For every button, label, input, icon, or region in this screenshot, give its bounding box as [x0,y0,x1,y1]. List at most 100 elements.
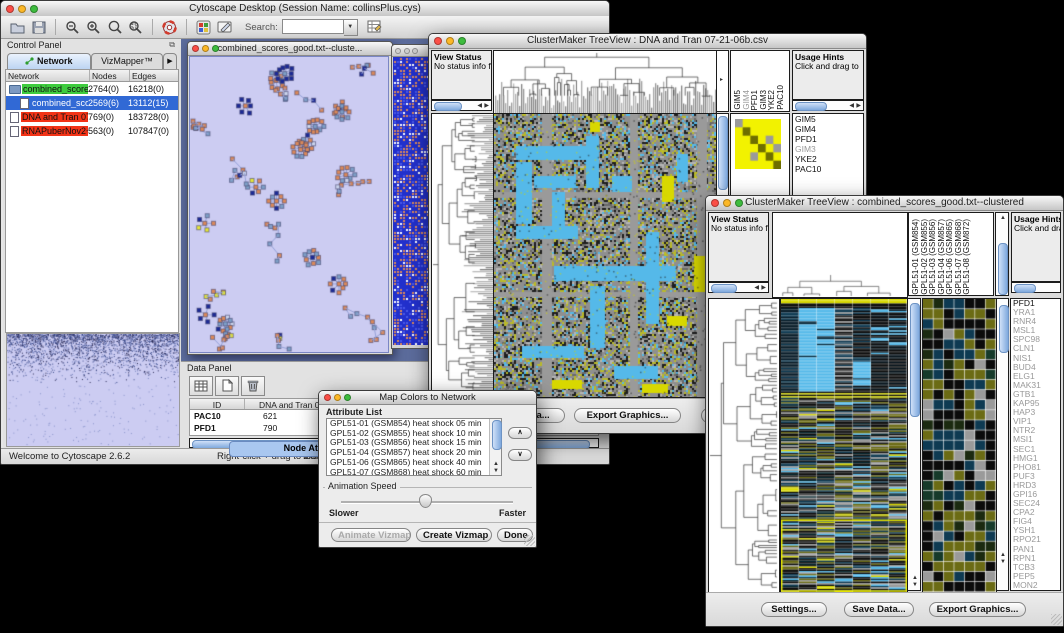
scrollbar-thumb[interactable] [998,243,1008,295]
minimize-icon[interactable] [723,199,731,207]
float-panel-icon[interactable]: ⧉ [169,40,175,50]
zoom-out-icon[interactable] [64,19,81,36]
tab-network[interactable]: Network [7,53,91,69]
network-canvas[interactable] [189,56,389,353]
map-colors-dialog[interactable]: Map Colors to Network Attribute List GPL… [318,390,537,548]
scrollbar-thumb[interactable] [910,303,920,417]
tab-vizmapper[interactable]: VizMapper™ [91,53,163,69]
tv2-heatmap[interactable] [780,298,908,593]
scroll-up-icon[interactable]: ▲ [1000,215,1006,221]
search-combobox[interactable]: ▼ [282,19,358,36]
tv2-heat-vscrollbar[interactable]: ▲ ▼ [907,298,921,591]
minimize-icon[interactable] [404,48,410,54]
birdseye-view[interactable] [6,333,180,447]
treeview2-window[interactable]: ClusterMaker TreeView : combined_scores_… [705,195,1064,627]
close-icon[interactable] [192,45,199,52]
scroll-up-icon[interactable]: ▲ [912,575,918,581]
tv2-row-dendrogram[interactable] [708,298,780,593]
tv2-gene-list[interactable]: PFD1YRA1RNR4MSL1SPC98CLN1NIS1BUD4ELG1MAK… [1010,298,1061,591]
attribute-list-scrollbar[interactable]: ▲ ▼ [489,419,501,475]
scroll-down-icon[interactable]: ▼ [493,468,499,474]
scrollbar-thumb[interactable] [434,102,462,111]
resize-grip[interactable] [524,535,535,546]
help-lifering-icon[interactable] [161,19,178,36]
attribute-list-item[interactable]: GPL51-07 (GSM868) heat shock 60 min [327,468,501,476]
scroll-left-icon[interactable]: ◀ [477,103,482,109]
zoom-window-icon[interactable] [458,37,466,45]
scroll-up-icon[interactable]: ▲ [493,461,499,467]
tv1-heatmap[interactable] [493,113,717,398]
tab-overflow-arrow-icon[interactable]: ▶ [163,53,177,69]
open-folder-icon[interactable] [9,19,26,36]
export-graphics-button[interactable]: Export Graphics... [929,602,1026,617]
network-view-window[interactable]: combined_scores_good.txt--cluste... [187,41,393,355]
close-icon[interactable] [434,37,442,45]
gene-list-item[interactable]: GIM3 [793,144,863,154]
search-dropdown-icon[interactable]: ▼ [344,19,358,36]
search-input[interactable] [282,19,344,34]
cytoscape-titlebar[interactable]: Cytoscape Desktop (Session Name: collins… [1,1,609,17]
close-icon[interactable] [324,394,331,401]
tv1-hints-hscrollbar[interactable]: ◀ ▶ [792,100,864,111]
annotation-icon[interactable] [216,19,233,36]
move-down-button[interactable]: ∨ [508,449,532,461]
zoom-window-icon[interactable] [735,199,743,207]
tv2-status-hscrollbar[interactable]: ◀ ▶ [708,282,769,293]
scroll-down-icon[interactable]: ▼ [912,582,918,588]
gene-list-item[interactable]: GIM4 [793,124,863,134]
tv2-column-dendrogram[interactable] [772,212,908,298]
network-table-row[interactable]: DNA and Tran 07769(0)183728(0) [6,110,178,124]
tv2-labels-vscrollbar[interactable]: ▲ [995,212,1009,296]
minimize-icon[interactable] [18,5,26,13]
tv2-hints-hscrollbar[interactable] [1011,282,1061,293]
settings-button[interactable]: Settings... [761,602,827,617]
animate-vizmap-button[interactable]: Animate Vizmap [331,528,411,542]
treeview2-titlebar[interactable]: ClusterMaker TreeView : combined_scores_… [706,196,1063,211]
treeview1-titlebar[interactable]: ClusterMaker TreeView : DNA and Tran 07-… [429,34,866,49]
zoom-in-icon[interactable] [85,19,102,36]
scroll-right-icon[interactable]: ▶ [484,103,489,109]
dialog-titlebar[interactable]: Map Colors to Network [319,391,536,405]
scrollbar-thumb[interactable] [492,420,502,450]
gene-list-item[interactable]: YKE2 [793,154,863,164]
export-graphics-button[interactable]: Export Graphics... [574,408,681,423]
zoom-window-icon[interactable] [344,394,351,401]
zoom-window-icon[interactable] [212,45,219,52]
attribute-list[interactable]: GPL51-01 (GSM854) heat shock 05 minGPL51… [326,418,502,476]
scroll-left-icon[interactable]: ◀ [754,285,759,291]
tv2-zoom-submatrix[interactable] [922,298,997,593]
zoom-selected-icon[interactable] [127,19,144,36]
gene-list-item[interactable]: MON2 [1011,581,1060,590]
resize-grip[interactable] [1051,614,1062,625]
save-data-button[interactable]: Save Data... [844,602,914,617]
tv1-status-hscrollbar[interactable]: ◀ ▶ [431,100,492,111]
tv2-genelist-vscrollbar[interactable]: ▲ ▼ [996,298,1009,591]
scrollbar-thumb[interactable] [1014,284,1036,293]
gene-list-item[interactable]: GIM5 [793,114,863,124]
scroll-right-icon[interactable]: ▶ [761,285,766,291]
minimize-icon[interactable] [202,45,209,52]
scroll-up-icon[interactable]: ▲ [1000,552,1006,558]
gene-list-item[interactable]: PFD1 [793,134,863,144]
scroll-right-icon[interactable]: ▶ [856,103,861,109]
create-vizmap-button[interactable]: Create Vizmap [416,528,492,542]
network-table-row[interactable]: combined_sco2569(6)13112(15) [6,96,178,110]
speed-slider-thumb[interactable] [419,494,432,508]
attribute-table-icon[interactable] [366,19,383,36]
scrollbar-thumb[interactable] [711,284,737,293]
zoom-fit-icon[interactable] [106,19,123,36]
tv1-column-dendrogram[interactable] [493,50,717,114]
scrollbar-thumb[interactable] [718,116,728,190]
new-attribute-icon[interactable] [215,376,239,396]
close-icon[interactable] [711,199,719,207]
network-table-row[interactable]: RNAPuberNov2+563(0)107847(0) [6,124,178,138]
select-attributes-icon[interactable] [189,376,213,396]
tv1-row-dendrogram[interactable] [431,113,494,398]
save-icon[interactable] [30,19,47,36]
tv1-zoom-submatrix[interactable] [735,119,781,169]
network-canvas-2[interactable] [393,57,431,345]
minimize-icon[interactable] [334,394,341,401]
delete-attribute-trash-icon[interactable] [241,376,265,396]
scroll-left-icon[interactable]: ◀ [849,103,854,109]
scrollbar-thumb[interactable] [999,305,1009,353]
